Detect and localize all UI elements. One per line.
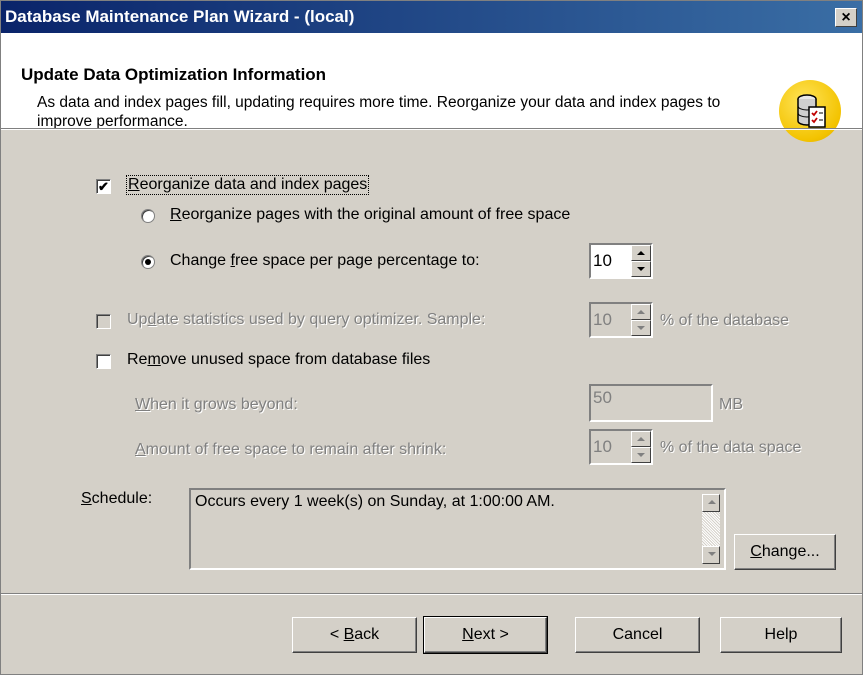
radio-selected-dot [145, 259, 151, 265]
wizard-window: Database Maintenance Plan Wizard - (loca… [0, 0, 863, 675]
free-space-after-shrink-spinner[interactable]: 10 [589, 429, 653, 465]
schedule-textbox[interactable]: Occurs every 1 week(s) on Sunday, at 1:0… [189, 488, 726, 570]
remove-unused-space-checkbox[interactable] [96, 354, 111, 369]
grows-beyond-value: 50 [593, 388, 612, 407]
update-statistics-label: Update statistics used by query optimize… [127, 311, 486, 328]
page-title: Update Data Optimization Information [21, 65, 327, 84]
scroll-up-button[interactable] [702, 494, 720, 512]
title-bar[interactable]: Database Maintenance Plan Wizard - (loca… [1, 1, 862, 33]
grows-beyond-label: When it grows beyond: [135, 396, 298, 413]
grows-beyond-input[interactable]: 50 [589, 384, 713, 422]
change-schedule-button[interactable]: Change... [734, 534, 836, 570]
window-title: Database Maintenance Plan Wizard - (loca… [5, 7, 355, 26]
page-description: As data and index pages fill, updating r… [37, 94, 721, 130]
free-space-after-shrink-value: 10 [593, 437, 612, 456]
header-separator [1, 128, 862, 130]
wizard-header: Update Data Optimization Information As … [1, 33, 862, 142]
grows-beyond-unit: MB [719, 396, 743, 413]
database-checklist-icon [779, 80, 841, 142]
spin-down-button[interactable] [631, 447, 651, 463]
radio-original-label[interactable]: Reorganize pages with the original amoun… [170, 206, 570, 224]
arrow-down-icon [637, 326, 645, 330]
arrow-up-icon [637, 437, 645, 441]
arrow-up-icon [637, 251, 645, 255]
spin-up-button[interactable] [631, 245, 651, 261]
arrow-up-icon [637, 310, 645, 314]
next-button[interactable]: Next > [423, 616, 548, 654]
schedule-text: Occurs every 1 week(s) on Sunday, at 1:0… [195, 493, 555, 510]
statistics-sample-suffix: % of the database [660, 312, 789, 329]
radio-change-free-space[interactable] [141, 255, 155, 269]
arrow-down-icon [637, 453, 645, 457]
radio-original-free-space[interactable] [141, 209, 155, 223]
arrow-down-icon [708, 552, 716, 556]
arrow-down-icon [637, 267, 645, 271]
spin-down-button[interactable] [631, 261, 651, 277]
radio-change-label[interactable]: Change free space per page percentage to… [170, 252, 480, 270]
scroll-down-button[interactable] [702, 546, 720, 564]
cancel-button[interactable]: Cancel [575, 617, 700, 653]
reorganize-checkbox[interactable]: ✔ [96, 179, 111, 194]
free-space-percentage-value[interactable]: 10 [593, 251, 612, 271]
arrow-up-icon [708, 500, 716, 504]
free-space-percentage-spinner[interactable]: 10 [589, 243, 653, 279]
remove-unused-space-label[interactable]: Remove unused space from database files [127, 351, 430, 369]
help-button[interactable]: Help [720, 617, 842, 653]
footer-separator [1, 593, 862, 595]
reorganize-label[interactable]: Reorganize data and index pages [125, 175, 370, 195]
spin-up-button[interactable] [631, 431, 651, 447]
schedule-label: Schedule: [81, 490, 153, 507]
close-button[interactable]: × [835, 8, 857, 27]
spin-down-button[interactable] [631, 320, 651, 336]
free-space-after-shrink-suffix: % of the data space [660, 439, 802, 456]
scroll-track[interactable] [702, 512, 720, 546]
back-button[interactable]: < Back [292, 617, 417, 653]
update-statistics-checkbox[interactable] [96, 314, 111, 329]
schedule-scrollbar[interactable] [702, 492, 722, 566]
free-space-after-shrink-label: Amount of free space to remain after shr… [135, 441, 447, 458]
statistics-sample-spinner[interactable]: 10 [589, 302, 653, 338]
statistics-sample-value: 10 [593, 310, 612, 329]
spin-up-button[interactable] [631, 304, 651, 320]
